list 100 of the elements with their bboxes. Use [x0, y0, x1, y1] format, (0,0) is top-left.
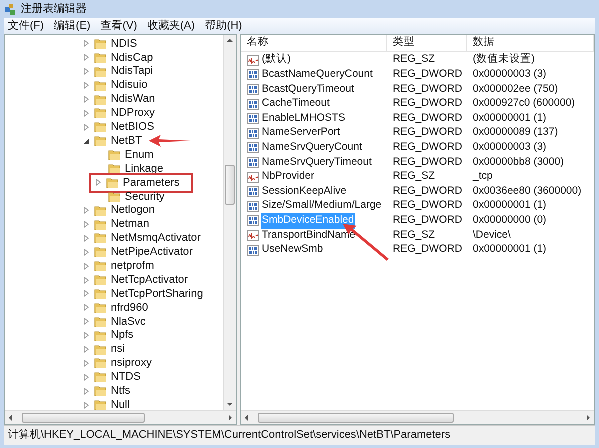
- binary-value-icon: [247, 98, 259, 110]
- value-name[interactable]: NameSrvQueryTimeout: [261, 154, 373, 170]
- tree-item[interactable]: NetTcpPortSharing: [110, 286, 204, 302]
- value-type: REG_DWORD: [392, 140, 464, 155]
- folder-icon: [94, 260, 107, 272]
- folder-icon: [94, 94, 107, 106]
- value-name[interactable]: SessionKeepAlive: [261, 184, 348, 200]
- value-name[interactable]: UseNewSmb: [261, 242, 324, 258]
- value-type: REG_SZ: [392, 169, 436, 184]
- value-name[interactable]: CacheTimeout: [261, 96, 331, 112]
- column-header[interactable]: 类型: [387, 35, 467, 51]
- collapse-icon[interactable]: [83, 138, 90, 145]
- value-name[interactable]: NameServerPort: [261, 125, 342, 142]
- tree-item[interactable]: Enum: [124, 146, 155, 164]
- value-data: 0x00000000 (0): [472, 212, 548, 228]
- folder-icon: [108, 149, 121, 162]
- vertical-scrollbar[interactable]: [223, 35, 236, 410]
- menu-item[interactable]: 编辑(E): [54, 18, 91, 34]
- value-name[interactable]: BcastNameQueryCount: [261, 67, 374, 83]
- scrollbar-thumb[interactable]: [22, 412, 145, 422]
- folder-icon: [94, 316, 107, 328]
- folder-icon: [94, 385, 107, 398]
- tree-item[interactable]: NetTcpActivator: [110, 272, 190, 288]
- registry-app-icon: [4, 2, 17, 16]
- value-name[interactable]: NameSrvQueryCount: [261, 140, 364, 156]
- scroll-down-icon[interactable]: [226, 400, 234, 408]
- folder-icon: [94, 288, 107, 300]
- value-name[interactable]: TransportBindName: [261, 228, 357, 244]
- folder-icon: [94, 135, 107, 148]
- tree-item[interactable]: Security: [124, 188, 166, 205]
- binary-value-icon: [247, 142, 259, 154]
- menu-item[interactable]: 帮助(H): [205, 18, 242, 34]
- column-header[interactable]: 名称: [241, 35, 387, 51]
- tree-item[interactable]: nfrd960: [110, 300, 150, 316]
- value-name[interactable]: EnableLMHOSTS: [261, 110, 346, 127]
- scroll-right-icon[interactable]: [584, 414, 592, 422]
- value-type: REG_DWORD: [392, 212, 464, 228]
- tree-item[interactable]: Ndisuio: [110, 77, 149, 94]
- value-data: 0x00000001 (1): [472, 198, 548, 214]
- binary-value-icon: [247, 84, 259, 95]
- value-name[interactable]: (默认): [261, 52, 292, 68]
- value-type: REG_DWORD: [392, 125, 464, 140]
- tree-item[interactable]: nsiproxy: [110, 355, 153, 372]
- folder-icon: [94, 204, 107, 217]
- tree-item[interactable]: NDIS: [110, 36, 138, 52]
- binary-value-icon: [247, 215, 259, 226]
- menu-item[interactable]: 查看(V): [100, 18, 138, 34]
- folder-icon: [106, 176, 119, 189]
- scroll-left-icon[interactable]: [7, 414, 15, 422]
- status-bar: 计算机\HKEY_LOCAL_MACHINE\SYSTEM\CurrentControlSet\services\NetBT\Parameters: [4, 425, 595, 445]
- binary-value-icon: [247, 200, 259, 212]
- scroll-left-icon[interactable]: [243, 414, 251, 422]
- tree-item[interactable]: NDProxy: [110, 105, 156, 122]
- folder-icon: [94, 121, 107, 134]
- menu-item[interactable]: 收藏夹(A): [147, 18, 196, 34]
- folder-icon: [94, 232, 107, 244]
- value-data: _tcp: [472, 169, 494, 184]
- expand-icon[interactable]: [95, 179, 102, 186]
- value-type: REG_SZ: [392, 228, 436, 243]
- menu-item[interactable]: 文件(F): [8, 18, 44, 34]
- value-name[interactable]: Size/Small/Medium/Large: [261, 198, 383, 214]
- folder-icon: [94, 107, 107, 120]
- scroll-up-icon[interactable]: [226, 37, 234, 45]
- folder-icon: [108, 162, 121, 175]
- value-name[interactable]: BcastQueryTimeout: [261, 82, 356, 98]
- value-type: REG_DWORD: [392, 154, 464, 170]
- tree-item[interactable]: NetMsmqActivator: [110, 230, 202, 247]
- tree-item[interactable]: NdisWan: [110, 91, 156, 108]
- value-type: REG_DWORD: [392, 96, 464, 112]
- folder-icon: [94, 344, 107, 356]
- scroll-right-icon[interactable]: [226, 414, 234, 422]
- value-type: REG_DWORD: [392, 184, 464, 199]
- scrollbar-thumb[interactable]: [258, 412, 454, 422]
- string-value-icon: [247, 172, 259, 183]
- binary-value-icon: [247, 128, 259, 139]
- folder-icon: [94, 399, 107, 410]
- column-header[interactable]: 数据: [467, 35, 594, 51]
- tree-item[interactable]: Netman: [110, 216, 151, 233]
- tree-item[interactable]: Parameters: [122, 174, 181, 192]
- value-type: REG_SZ: [392, 52, 436, 68]
- binary-value-icon: [247, 186, 259, 198]
- value-data: 0x000927c0 (600000): [472, 96, 576, 112]
- scrollbar-thumb[interactable]: [225, 165, 235, 205]
- tree-item[interactable]: Null: [110, 396, 131, 410]
- value-data: 0x00000bb8 (3000): [472, 154, 566, 170]
- value-data: (数值未设置): [472, 52, 536, 68]
- value-type: REG_DWORD: [392, 82, 464, 97]
- tree-item[interactable]: Linkage: [124, 160, 165, 178]
- value-data: 0x0036ee80 (3600000): [472, 184, 583, 199]
- folder-icon: [94, 371, 107, 384]
- value-name[interactable]: NbProvider: [261, 169, 316, 185]
- folder-icon: [94, 80, 107, 92]
- horizontal-scrollbar[interactable]: [241, 410, 594, 424]
- value-type: REG_DWORD: [392, 110, 464, 126]
- value-data: 0x00000003 (3): [472, 67, 548, 82]
- tree-item[interactable]: nsi: [110, 341, 126, 358]
- tree-item[interactable]: Netlogon: [110, 202, 156, 219]
- horizontal-scrollbar[interactable]: [5, 410, 236, 424]
- value-data: 0x00000003 (3): [472, 140, 548, 155]
- string-value-icon: [247, 230, 259, 241]
